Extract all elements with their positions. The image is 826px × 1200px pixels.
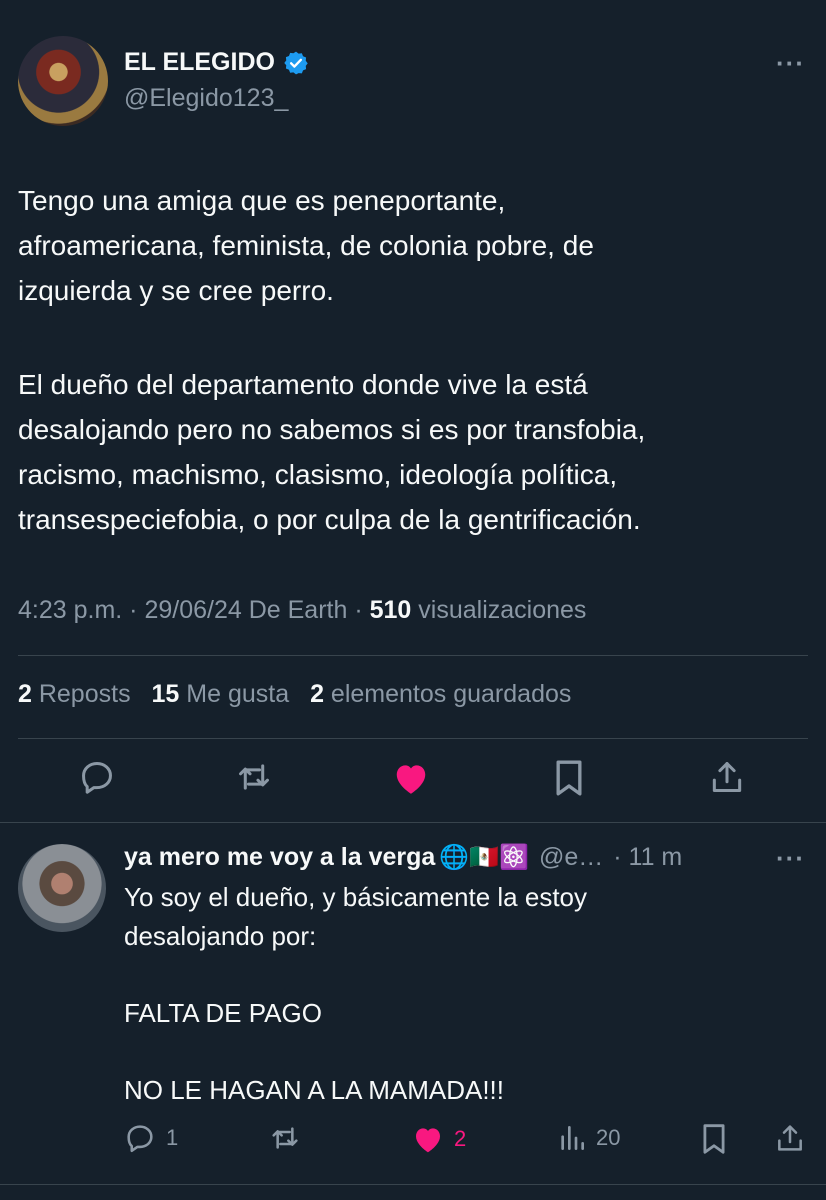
likes-label: Me gusta (179, 680, 290, 708)
reply-likes-count: 2 (454, 1126, 467, 1151)
divider (0, 822, 826, 823)
share-button[interactable] (708, 758, 746, 796)
likes-count: 15 (151, 680, 180, 708)
reply-bookmark-button[interactable] (700, 1122, 728, 1161)
reply-views-count: 20 (596, 1125, 621, 1150)
divider (0, 1184, 826, 1185)
reply-author-emoji: 🌐🇲🇽⚛️ (439, 844, 529, 871)
reply-views-button[interactable]: 20 (556, 1122, 620, 1154)
bookmarks-stat[interactable]: 2 elementos guardados (310, 680, 571, 708)
bookmark-icon (556, 760, 582, 796)
repost-icon (272, 1127, 298, 1149)
reply-text: Yo soy el dueño, y básicamente la estoy … (124, 882, 587, 1105)
author-name[interactable]: EL ELEGIDO (124, 48, 275, 77)
divider (18, 738, 808, 739)
post-date[interactable]: 29/06/24 (144, 596, 241, 624)
like-button[interactable] (392, 760, 430, 796)
reply-header: ya mero me voy a la verga 🌐🇲🇽⚛️ @e… · 11… (124, 843, 760, 872)
views-icon (561, 1126, 584, 1150)
reply-button[interactable] (78, 758, 116, 796)
views-count: 510 (369, 596, 412, 624)
like-icon-filled (416, 1128, 440, 1153)
verified-badge-icon (283, 50, 309, 76)
bookmarks-label: elementos guardados (323, 680, 572, 708)
repost-icon (239, 764, 269, 790)
reply-author-name[interactable]: ya mero me voy a la verga (124, 843, 435, 872)
post-text-paragraph-1: Tengo una amiga que es peneportante, afr… (18, 185, 594, 306)
reply-replies-count: 1 (166, 1125, 179, 1150)
repost-button[interactable] (234, 758, 274, 796)
reply-icon (127, 1125, 153, 1153)
post-stats: 2 Reposts 15 Me gusta 2 elementos guarda… (18, 680, 571, 709)
reply-more-options-button[interactable]: ··· (776, 843, 805, 874)
reply-repost-button[interactable] (268, 1122, 302, 1159)
reply-author-avatar[interactable] (18, 844, 106, 932)
reply-time[interactable]: · 11 m (613, 843, 682, 872)
meta-separator: · (122, 596, 145, 624)
post-time[interactable]: 4:23 p.m. (18, 596, 122, 624)
divider (18, 655, 808, 656)
bookmarks-count: 2 (310, 680, 324, 708)
meta-separator: · (347, 596, 370, 624)
like-icon-filled (396, 765, 426, 794)
author-avatar[interactable] (18, 36, 108, 126)
reposts-count: 2 (18, 680, 32, 708)
views-label: visualizaciones (411, 596, 587, 624)
post-source: De Earth (241, 596, 348, 624)
reply-like-button[interactable]: 2 (412, 1124, 466, 1154)
post-text-paragraph-2: El dueño del departamento donde vive la … (18, 369, 646, 535)
likes-stat[interactable]: 15 Me gusta (152, 680, 290, 708)
share-icon (712, 762, 742, 792)
reposts-label: Reposts (31, 680, 131, 708)
author-handle[interactable]: @Elegido123_ (124, 84, 288, 113)
bookmark-icon (703, 1124, 725, 1154)
reposts-stat[interactable]: 2 Reposts (18, 680, 131, 708)
share-icon (778, 1125, 802, 1151)
reply-reply-button[interactable]: 1 (124, 1122, 178, 1154)
reply-icon (82, 762, 112, 794)
bookmark-button[interactable] (552, 758, 586, 798)
reply-share-button[interactable] (774, 1122, 806, 1159)
more-options-button[interactable]: ··· (776, 48, 805, 79)
author-name-row[interactable]: EL ELEGIDO (124, 48, 309, 77)
reply-author-handle[interactable]: @e… (539, 843, 603, 872)
post-metadata: 4:23 p.m. · 29/06/24 De Earth · 510 visu… (18, 596, 586, 625)
